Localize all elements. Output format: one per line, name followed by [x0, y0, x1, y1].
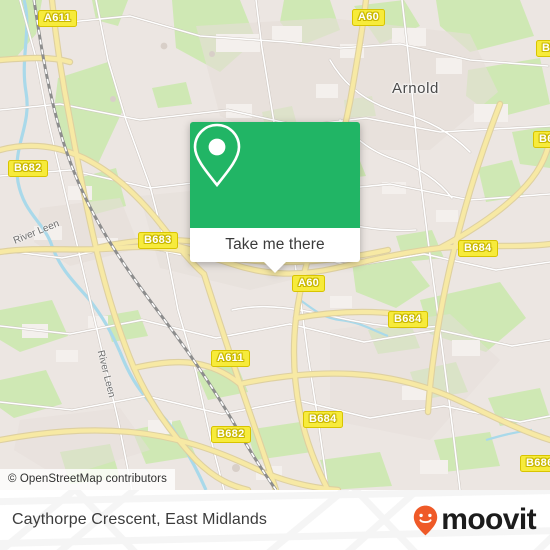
popup-header [190, 122, 360, 228]
footer-bar: Caythorpe Crescent, East Midlands moovit [0, 490, 550, 550]
screenshot-root: A611 A60 B686 B682 B6 B683 B684 A60 B684… [0, 0, 550, 550]
road-shield-a611-nw[interactable]: A611 [38, 10, 77, 27]
take-me-there-label: Take me there [225, 236, 325, 253]
road-shield-a60-c[interactable]: A60 [292, 275, 326, 292]
road-shield-b686-se[interactable]: B686 [520, 455, 550, 472]
road-shield-b682-w[interactable]: B682 [8, 160, 48, 177]
road-shield-b686-ne[interactable]: B686 [536, 40, 550, 57]
road-shield-b683[interactable]: B683 [138, 232, 178, 249]
map-canvas[interactable]: A611 A60 B686 B682 B6 B683 B684 A60 B684… [0, 0, 550, 490]
map-pin-icon [193, 123, 241, 188]
popup-action-bar[interactable]: Take me there [190, 228, 360, 273]
road-shield-b684-se[interactable]: B684 [388, 311, 428, 328]
moovit-logo[interactable]: moovit [413, 490, 537, 550]
road-shield-a60-n[interactable]: A60 [352, 9, 386, 26]
road-shield-b684-e[interactable]: B684 [458, 240, 498, 257]
moovit-wordmark: moovit [441, 503, 536, 536]
road-shield-b684-s[interactable]: B684 [303, 411, 343, 428]
map-attribution: © OpenStreetMap contributors [0, 469, 175, 490]
road-shield-b6-e[interactable]: B6 [533, 131, 550, 148]
popup-tail [264, 262, 286, 273]
location-title: Caythorpe Crescent, East Midlands [12, 511, 267, 528]
road-shield-a611-s[interactable]: A611 [211, 350, 250, 367]
moovit-pin-icon [414, 505, 438, 535]
road-shield-b682-s[interactable]: B682 [211, 426, 251, 443]
place-label-arnold: Arnold [392, 80, 439, 97]
destination-popup[interactable]: Take me there [190, 122, 360, 273]
